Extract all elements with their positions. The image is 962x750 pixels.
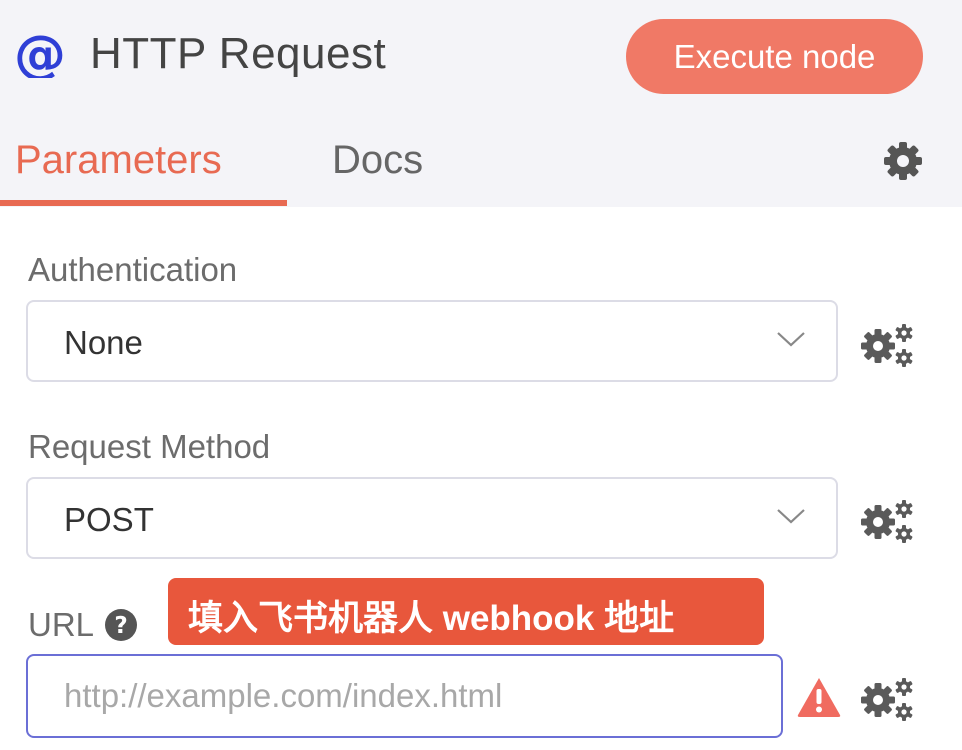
authentication-select[interactable]: None — [26, 300, 838, 382]
chevron-down-icon — [777, 332, 805, 347]
url-input[interactable] — [26, 654, 783, 738]
request-method-label: Request Method — [28, 428, 271, 465]
help-icon[interactable]: ? — [104, 608, 138, 642]
url-label: URL — [28, 606, 95, 643]
parameter-options-gears-icon[interactable] — [860, 498, 914, 544]
request-method-select[interactable]: POST — [26, 477, 838, 559]
warning-icon — [797, 678, 841, 717]
chevron-down-icon — [777, 509, 805, 524]
url-hint-tooltip: 填入飞书机器人 webhook 地址 — [168, 578, 764, 645]
authentication-value: None — [64, 324, 143, 361]
tab-parameters[interactable]: Parameters — [15, 138, 222, 183]
parameter-options-gears-icon[interactable] — [860, 322, 914, 368]
svg-text:?: ? — [114, 613, 127, 639]
node-title: HTTP Request — [90, 29, 387, 78]
execute-node-button[interactable]: Execute node — [626, 19, 923, 94]
settings-gear-icon[interactable] — [882, 140, 924, 182]
at-sign-icon: @ — [14, 28, 66, 78]
authentication-label: Authentication — [28, 251, 238, 288]
active-tab-indicator — [0, 200, 287, 206]
request-method-value: POST — [64, 501, 154, 538]
tab-docs[interactable]: Docs — [332, 138, 423, 183]
tooltip-text: 填入飞书机器人 webhook 地址 — [188, 599, 675, 638]
svg-text:@: @ — [14, 28, 66, 78]
parameter-options-gears-icon[interactable] — [860, 676, 914, 722]
